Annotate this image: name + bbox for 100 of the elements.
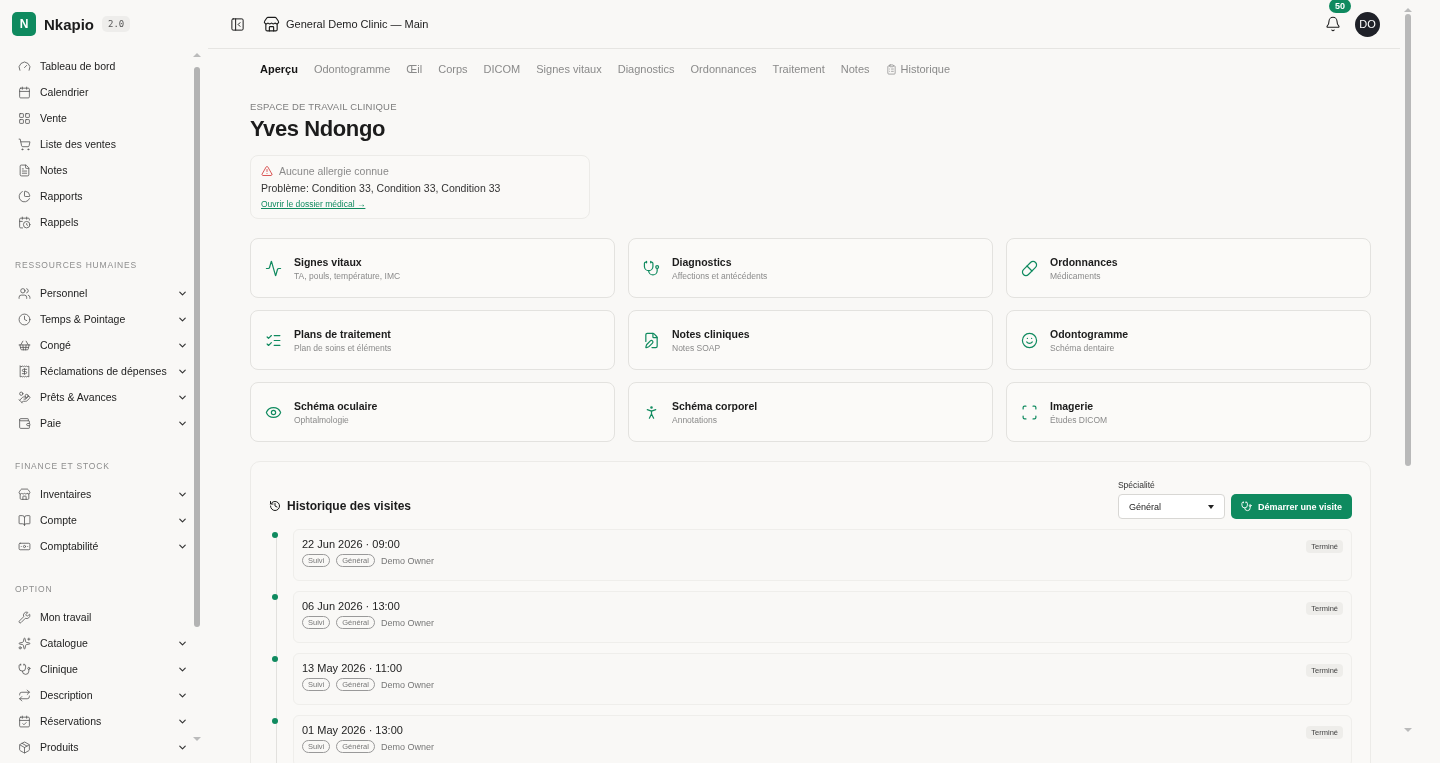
card-title: Schéma oculaire bbox=[294, 399, 378, 412]
allergy-text: Aucune allergie connue bbox=[279, 165, 389, 177]
wrench-icon bbox=[18, 610, 31, 624]
patient-name: Yves Ndongo bbox=[250, 116, 386, 142]
module-card[interactable]: Plans de traitement Plan de soins et éléments bbox=[250, 310, 615, 370]
sidebar-item[interactable]: Personnel bbox=[14, 280, 190, 306]
sidebar-item[interactable]: Congé bbox=[14, 332, 190, 358]
document-icon bbox=[18, 163, 31, 177]
sidebar-item[interactable]: Notes bbox=[14, 157, 190, 183]
sidebar-item[interactable]: Clinique bbox=[14, 656, 190, 682]
sidebar-item[interactable]: Tableau de bord bbox=[14, 53, 190, 79]
sidebar-item[interactable]: Inventaires bbox=[14, 481, 190, 507]
sidebar-item[interactable]: Compte bbox=[14, 507, 190, 533]
sidebar-item[interactable]: Liste des ventes bbox=[14, 131, 190, 157]
pulse-icon bbox=[265, 259, 282, 277]
field-label: Spécialité bbox=[1117, 480, 1156, 490]
sidebar-item[interactable]: Prêts & Avances bbox=[14, 384, 190, 410]
card-title: Notes cliniques bbox=[672, 327, 750, 340]
card-subtitle: Médicaments bbox=[1050, 270, 1102, 281]
version-badge: 2.0 bbox=[102, 16, 131, 32]
module-card[interactable]: Imagerie Études DICOM bbox=[1006, 382, 1371, 442]
repeat-icon bbox=[18, 688, 31, 702]
logo: N bbox=[12, 12, 36, 36]
visit-owner: Demo Owner bbox=[380, 741, 434, 752]
warning-icon bbox=[261, 165, 273, 177]
sidebar-item[interactable]: Calendrier bbox=[14, 79, 190, 105]
section-title: RESSOURCES HUMAINES bbox=[15, 260, 138, 270]
section-title: OPTION bbox=[15, 584, 54, 594]
sidebar-item[interactable]: Réclamations de dépenses bbox=[14, 358, 190, 384]
card-title: Imagerie bbox=[1050, 399, 1095, 412]
sidebar-item[interactable]: Réservations bbox=[14, 708, 190, 734]
module-card[interactable]: Signes vitaux TA, pouls, température, IMC bbox=[250, 238, 615, 298]
tab[interactable]: Aperçu bbox=[252, 61, 306, 77]
page-eyebrow: ESPACE DE TRAVAIL CLINIQUE bbox=[250, 101, 398, 112]
stethoscope-icon bbox=[18, 662, 31, 676]
pie-chart-icon bbox=[18, 189, 31, 203]
store-icon bbox=[18, 487, 31, 501]
sidebar-toggle-icon[interactable] bbox=[230, 16, 245, 32]
history-icon bbox=[269, 500, 281, 512]
sidebar-item[interactable]: Comptabilité bbox=[14, 533, 190, 559]
card-title: Diagnostics bbox=[672, 255, 733, 268]
sidebar-item[interactable]: Rappels bbox=[14, 209, 190, 235]
visit-date: 13 May 2026 · 11:00 bbox=[302, 662, 404, 674]
section-title: FINANCE ET STOCK bbox=[15, 461, 111, 471]
visit-date: 22 Jun 2026 · 09:00 bbox=[302, 538, 401, 550]
problems-text: Problème: Condition 33, Condition 33, Condition 33 bbox=[261, 182, 502, 194]
basket-icon bbox=[18, 338, 31, 352]
package-icon bbox=[18, 740, 31, 754]
card-subtitle: Annotations bbox=[672, 414, 718, 425]
card-subtitle: Ophtalmologie bbox=[294, 414, 350, 425]
book-icon bbox=[18, 513, 31, 527]
sidebar-item[interactable]: Description bbox=[14, 682, 190, 708]
scan-frame-icon bbox=[1021, 403, 1038, 421]
visit-owner: Demo Owner bbox=[380, 617, 434, 628]
visit-date: 06 Jun 2026 · 13:00 bbox=[302, 600, 401, 612]
calendar-icon bbox=[18, 85, 31, 99]
module-card[interactable]: Notes cliniques Notes SOAP bbox=[628, 310, 993, 370]
visit-owner: Demo Owner bbox=[380, 555, 434, 566]
card-subtitle: TA, pouls, température, IMC bbox=[294, 270, 401, 281]
card-title: Ordonnances bbox=[1050, 255, 1118, 268]
module-card[interactable]: Ordonnances Médicaments bbox=[1006, 238, 1371, 298]
grid-icon bbox=[18, 111, 31, 125]
notification-badge: 50 bbox=[1329, 0, 1351, 13]
pill-icon bbox=[1021, 259, 1038, 277]
module-card[interactable]: Diagnostics Affections et antécédents bbox=[628, 238, 993, 298]
start-visit-button[interactable]: Démarrer une visite bbox=[1230, 494, 1352, 519]
calendar-check-icon bbox=[18, 714, 31, 728]
calendar-clock-icon bbox=[18, 215, 31, 229]
store-icon bbox=[263, 15, 280, 33]
sidebar-item[interactable]: Catalogue bbox=[14, 630, 190, 656]
module-card[interactable]: Schéma oculaire Ophtalmologie bbox=[250, 382, 615, 442]
user-avatar[interactable]: DO bbox=[1355, 11, 1380, 37]
card-title: Signes vitaux bbox=[294, 255, 363, 268]
timeline-dot bbox=[272, 594, 278, 600]
sidebar-item[interactable]: Mon travail bbox=[14, 604, 190, 630]
timeline-dot bbox=[272, 656, 278, 662]
clipboard-icon bbox=[885, 63, 897, 75]
card-subtitle: Études DICOM bbox=[1050, 414, 1108, 425]
stethoscope-icon bbox=[643, 259, 660, 277]
module-card[interactable]: Odontogramme Schéma dentaire bbox=[1006, 310, 1371, 370]
sidebar-item[interactable]: Rapports bbox=[14, 183, 190, 209]
coins-hand-icon bbox=[18, 390, 31, 404]
sidebar-item[interactable]: Paie bbox=[14, 410, 190, 436]
sidebar-item[interactable]: Temps & Pointage bbox=[14, 306, 190, 332]
card-subtitle: Notes SOAP bbox=[672, 342, 722, 353]
wallet-icon bbox=[18, 416, 31, 430]
medical-record-link[interactable]: Ouvrir le dossier médical → bbox=[261, 199, 366, 209]
tab[interactable]: Signes vitaux bbox=[528, 61, 610, 77]
clinic-name[interactable]: General Demo Clinic — Main bbox=[286, 18, 429, 30]
sidebar-item[interactable]: Produits bbox=[14, 734, 190, 760]
card-subtitle: Schéma dentaire bbox=[1050, 342, 1116, 353]
timeline-dot bbox=[272, 532, 278, 538]
module-card[interactable]: Schéma corporel Annotations bbox=[628, 382, 993, 442]
sidebar-item[interactable]: Vente bbox=[14, 105, 190, 131]
clock-icon bbox=[18, 312, 31, 326]
sparkles-icon bbox=[18, 636, 31, 650]
bell-icon bbox=[1325, 16, 1341, 32]
document-pen-icon bbox=[643, 331, 660, 349]
specialty-select[interactable]: Général bbox=[1117, 494, 1225, 519]
card-subtitle: Affections et antécédents bbox=[672, 270, 768, 281]
